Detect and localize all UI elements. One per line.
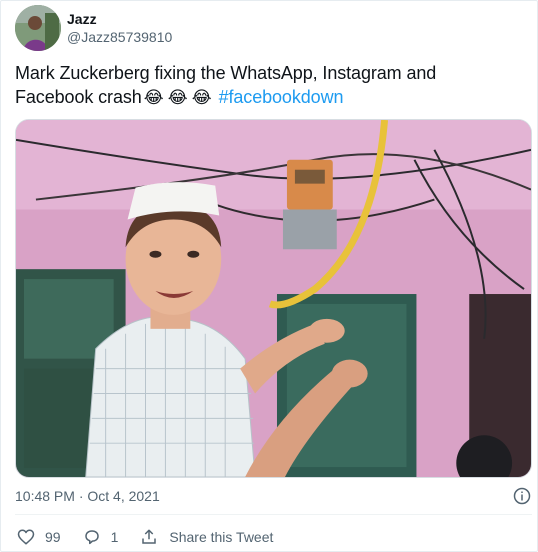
tweet-header: Jazz @Jazz85739810 — [15, 4, 172, 52]
divider — [15, 514, 532, 515]
hashtag-link[interactable]: #facebookdown — [219, 87, 344, 107]
laughing-emoji-icon: 😂 — [167, 88, 188, 107]
tweet-actions: 99 1 Share this Tweet — [17, 527, 295, 547]
avatar[interactable] — [15, 5, 61, 51]
share-label: Share this Tweet — [169, 529, 274, 545]
like-button[interactable]: 99 — [17, 528, 61, 546]
reply-icon — [84, 530, 99, 545]
tweet-text: Mark Zuckerberg fixing the WhatsApp, Ins… — [15, 61, 515, 110]
like-count: 99 — [45, 529, 61, 545]
user-info: Jazz @Jazz85739810 — [67, 10, 172, 46]
share-icon — [142, 529, 157, 544]
tweet-photo[interactable] — [15, 119, 532, 478]
info-icon[interactable] — [513, 487, 531, 505]
share-button[interactable]: Share this Tweet — [140, 528, 273, 546]
tweet-card: Jazz @Jazz85739810 Mark Zuckerberg fixin… — [0, 0, 538, 552]
user-handle[interactable]: @Jazz85739810 — [67, 28, 172, 46]
display-name[interactable]: Jazz — [67, 10, 172, 28]
heart-icon — [17, 529, 35, 545]
tweet-timestamp[interactable]: 10:48 PM · Oct 4, 2021 — [15, 487, 160, 505]
laughing-emoji-icon: 😂 — [191, 88, 212, 107]
reply-count: 1 — [110, 529, 119, 545]
laughing-emoji-icon: 😂 — [143, 88, 164, 107]
reply-button[interactable]: 1 — [83, 528, 119, 546]
